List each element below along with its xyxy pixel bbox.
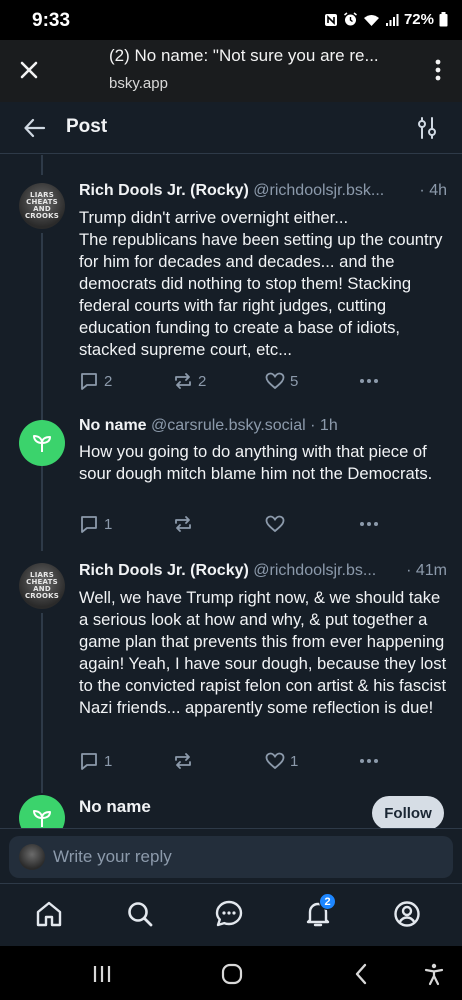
repost-button[interactable] xyxy=(173,752,193,770)
accessibility-icon[interactable] xyxy=(422,962,446,986)
bottom-tab-bar: 2 xyxy=(0,883,462,946)
reply-placeholder: Write your reply xyxy=(53,847,172,866)
like-count: 1 xyxy=(290,752,299,770)
browser-url: bsky.app xyxy=(109,75,168,92)
status-icons: 72% xyxy=(324,11,448,28)
post-actions: 1 xyxy=(79,515,419,537)
status-bar: 9:33 72% xyxy=(0,0,462,40)
battery-icon xyxy=(439,12,448,27)
avatar[interactable]: LIARS CHEATS AND CROOKS xyxy=(19,563,65,609)
search-icon[interactable] xyxy=(125,899,155,929)
thread-feed[interactable]: LIARS CHEATS AND CROOKS Rich Dools Jr. (… xyxy=(0,155,462,828)
author-handle[interactable]: @richdoolsjr.bsk... xyxy=(253,182,384,199)
more-horizontal-icon xyxy=(360,379,378,383)
signal-icon xyxy=(385,13,399,26)
author-name[interactable]: Rich Dools Jr. (Rocky) xyxy=(79,562,249,579)
status-time: 9:33 xyxy=(32,10,71,31)
post-item[interactable]: No name Follow xyxy=(0,795,462,828)
more-options-button[interactable] xyxy=(359,758,379,764)
battery-percent: 72% xyxy=(403,11,434,28)
browser-toolbar: (2) No name: "Not sure you are re... bsk… xyxy=(0,40,462,102)
post-header: Rich Dools Jr. (Rocky) @richdoolsjr.bsk.… xyxy=(79,182,449,200)
author-handle[interactable]: @richdoolsjr.bs... xyxy=(253,562,376,579)
browser-page-title: (2) No name: "Not sure you are re... xyxy=(109,46,379,65)
more-horizontal-icon xyxy=(360,759,378,763)
post-time: · 41m xyxy=(402,562,447,580)
author-name[interactable]: No name xyxy=(79,417,147,434)
author-name[interactable]: Rich Dools Jr. (Rocky) xyxy=(79,182,249,199)
more-horizontal-icon xyxy=(360,522,378,526)
chat-icon[interactable] xyxy=(214,899,244,929)
post-text: Well, we have Trump right now, & we shou… xyxy=(79,588,447,717)
reply-count: 2 xyxy=(104,372,113,390)
follow-button[interactable]: Follow xyxy=(372,796,444,828)
app-header: Post xyxy=(0,102,462,154)
post-item[interactable]: No name @carsrule.bsky.social · 1h How y… xyxy=(0,415,462,545)
avatar[interactable]: LIARS CHEATS AND CROOKS xyxy=(19,183,65,229)
reply-icon xyxy=(81,753,97,770)
avatar[interactable] xyxy=(19,420,65,466)
sprout-icon xyxy=(33,435,51,452)
notification-badge: 2 xyxy=(319,893,336,910)
like-count: 5 xyxy=(290,372,299,390)
author-name[interactable]: No name xyxy=(79,797,151,816)
nfc-icon xyxy=(324,13,337,26)
reply-button[interactable]: 1 xyxy=(79,752,112,770)
reply-button[interactable]: 1 xyxy=(79,515,112,533)
post-header: No name @carsrule.bsky.social · 1h xyxy=(79,417,449,435)
system-back-icon[interactable] xyxy=(350,962,374,986)
post-time: · 1h xyxy=(310,417,338,434)
reply-icon xyxy=(81,373,97,390)
home-circle-icon[interactable] xyxy=(220,962,244,986)
like-button[interactable]: 1 xyxy=(265,752,298,770)
repost-button[interactable] xyxy=(173,515,193,533)
like-button[interactable]: 5 xyxy=(265,372,298,390)
back-arrow-icon[interactable] xyxy=(22,115,48,141)
page-title: Post xyxy=(66,116,108,137)
avatar[interactable] xyxy=(19,795,65,828)
repost-button[interactable]: 2 xyxy=(173,372,206,390)
sprout-icon xyxy=(33,810,51,827)
heart-icon xyxy=(265,515,285,533)
author-handle[interactable]: @carsrule.bsky.social xyxy=(151,417,306,434)
thread-line-top xyxy=(41,155,43,175)
post-header: Rich Dools Jr. (Rocky) @richdoolsjr.bs..… xyxy=(79,562,449,580)
alarm-icon xyxy=(344,12,357,26)
post-text: Trump didn't arrive overnight either... … xyxy=(79,208,443,359)
repost-icon xyxy=(175,753,191,769)
repost-icon xyxy=(175,516,191,532)
repost-icon xyxy=(175,373,191,389)
post-item[interactable]: LIARS CHEATS AND CROOKS Rich Dools Jr. (… xyxy=(0,180,462,400)
close-icon[interactable] xyxy=(16,57,42,83)
post-actions: 2 2 5 xyxy=(79,372,419,394)
profile-icon[interactable] xyxy=(392,899,422,929)
more-options-button[interactable] xyxy=(359,378,379,384)
more-options-button[interactable] xyxy=(359,521,379,527)
like-button[interactable] xyxy=(265,515,285,533)
heart-icon xyxy=(265,372,285,390)
heart-icon xyxy=(265,752,285,770)
reply-input[interactable]: Write your reply xyxy=(9,836,453,878)
reply-count: 1 xyxy=(104,515,113,533)
notifications-tab[interactable]: 2 xyxy=(303,893,336,929)
post-text: How you going to do anything with that p… xyxy=(79,442,433,483)
system-navigation-bar xyxy=(0,946,462,1000)
recent-apps-icon[interactable] xyxy=(90,962,114,986)
sliders-icon[interactable] xyxy=(414,115,440,141)
wifi-icon xyxy=(363,14,379,26)
reply-button[interactable]: 2 xyxy=(79,372,112,390)
post-actions: 1 1 xyxy=(79,752,419,774)
reply-count: 1 xyxy=(104,752,113,770)
post-item[interactable]: LIARS CHEATS AND CROOKS Rich Dools Jr. (… xyxy=(0,560,462,780)
avatar xyxy=(19,844,45,870)
reply-icon xyxy=(81,516,97,533)
post-time: · 4h xyxy=(415,182,447,200)
home-icon[interactable] xyxy=(34,899,64,929)
repost-count: 2 xyxy=(198,372,207,390)
reply-bar: Write your reply xyxy=(0,828,462,883)
more-vertical-icon[interactable] xyxy=(428,56,448,84)
